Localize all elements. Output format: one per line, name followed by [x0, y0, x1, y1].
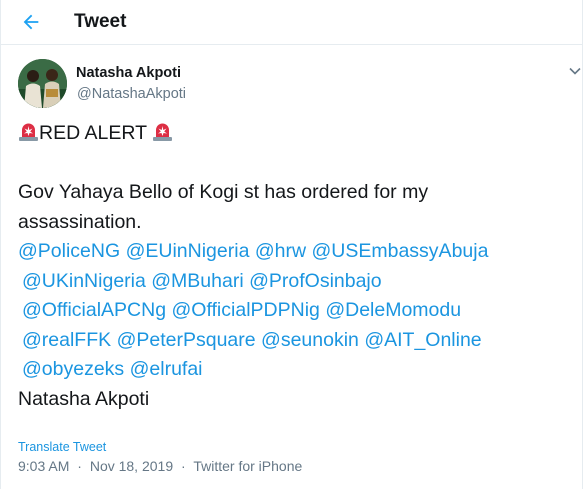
signature-line: Natasha Akpoti	[18, 387, 150, 410]
alert-line: RED ALERT	[18, 119, 578, 149]
mention-link[interactable]: @USEmbassyAbuja	[311, 240, 488, 262]
mention-link[interactable]: @seunokin	[261, 329, 359, 351]
author-handle[interactable]: @NatashaAkpoti	[77, 86, 186, 102]
police-light-icon	[153, 123, 173, 141]
mention-link[interactable]: @realFFK	[22, 329, 111, 351]
tweet-page: Tweet Natasha Akpoti @NatashaAkpoti RED …	[0, 0, 583, 489]
tweet-metadata: 9:03 AM · Nov 18, 2019 · Twitter for iPh…	[18, 458, 302, 474]
back-button[interactable]	[19, 10, 43, 34]
mentions-line: @realFFK @PeterPsquare @seunokin @AIT_On…	[18, 326, 578, 356]
mention-link[interactable]: @hrw	[255, 240, 306, 262]
tweet-time[interactable]: 9:03 AM	[18, 458, 69, 474]
alert-text: RED ALERT	[39, 122, 147, 144]
author-name[interactable]: Natasha Akpoti	[76, 65, 181, 81]
translate-tweet-link[interactable]: Translate Tweet	[18, 440, 106, 454]
chevron-down-icon	[569, 67, 581, 75]
mention-link[interactable]: @OfficialPDPNig	[171, 299, 319, 321]
mention-link[interactable]: @elrufai	[130, 358, 203, 380]
profile-avatar-icon	[18, 59, 67, 108]
mention-link[interactable]: @AIT_Online	[364, 329, 481, 351]
mention-link[interactable]: @ProfOsinbajo	[249, 270, 382, 292]
tweet-header: Tweet	[1, 0, 582, 45]
avatar[interactable]	[18, 59, 67, 108]
police-light-icon	[19, 123, 38, 141]
mention-link[interactable]: @MBuhari	[151, 270, 243, 292]
mention-link[interactable]: @OfficialAPCNg	[22, 299, 166, 321]
mention-link[interactable]: @DeleMomodu	[325, 299, 461, 321]
more-options-button[interactable]	[568, 64, 582, 78]
tweet-source[interactable]: Twitter for iPhone	[193, 458, 302, 474]
back-arrow-icon	[23, 14, 39, 30]
tweet-date[interactable]: Nov 18, 2019	[90, 458, 173, 474]
body-line: Gov Yahaya Bello of Kogi st has ordered …	[18, 181, 429, 203]
mention-link[interactable]: @obyezeks	[22, 358, 124, 380]
mention-link[interactable]: @EUinNigeria	[126, 240, 250, 262]
mention-link[interactable]: @PeterPsquare	[117, 329, 256, 351]
mention-link[interactable]: @UKinNigeria	[22, 270, 146, 292]
mentions-line: @UKinNigeria @MBuhari @ProfOsinbajo	[18, 267, 578, 297]
mentions-line: @obyezeks @elrufai	[18, 355, 578, 385]
mentions-line: @OfficialAPCNg @OfficialPDPNig @DeleMomo…	[18, 296, 578, 326]
meta-separator: ·	[181, 458, 186, 474]
tweet-text: RED ALERT Gov Yahaya Bello of Kogi st ha…	[18, 119, 578, 414]
meta-separator: ·	[77, 458, 82, 474]
mentions-line: @PoliceNG @EUinNigeria @hrw @USEmbassyAb…	[18, 237, 578, 267]
mention-link[interactable]: @PoliceNG	[18, 240, 120, 262]
page-title: Tweet	[74, 11, 127, 32]
body-line: assassination.	[18, 210, 142, 233]
